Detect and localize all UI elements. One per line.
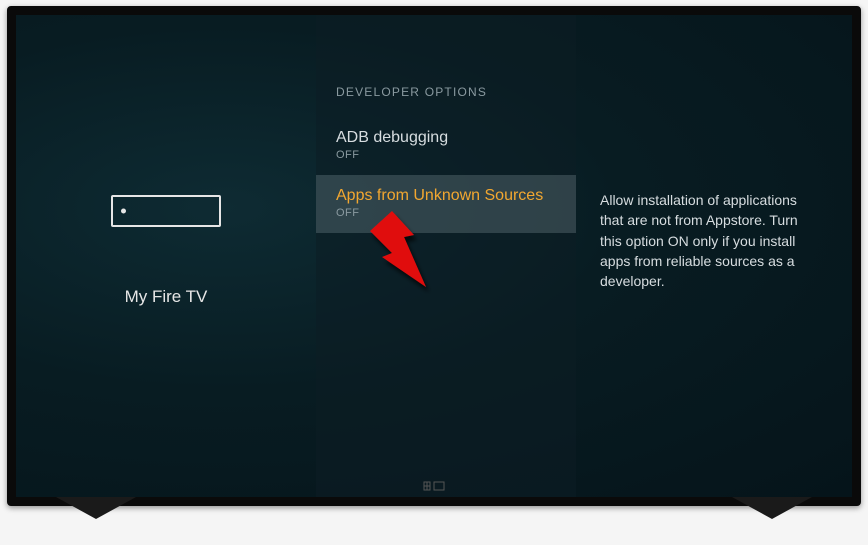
- option-status: OFF: [336, 149, 556, 161]
- section-header: DEVELOPER OPTIONS: [316, 85, 576, 117]
- tv-brand-logo-icon: [422, 481, 446, 491]
- options-list: DEVELOPER OPTIONS ADB debugging OFF Apps…: [316, 15, 576, 497]
- left-pane: My Fire TV: [16, 15, 316, 497]
- tv-frame: My Fire TV DEVELOPER OPTIONS ADB debuggi…: [7, 6, 861, 506]
- help-pane: Allow installation of applications that …: [576, 15, 852, 497]
- tv-stand: [56, 497, 136, 527]
- option-title: ADB debugging: [336, 129, 556, 147]
- option-title: Apps from Unknown Sources: [336, 187, 556, 205]
- option-adb-debugging[interactable]: ADB debugging OFF: [316, 117, 576, 175]
- screen: My Fire TV DEVELOPER OPTIONS ADB debuggi…: [16, 15, 852, 497]
- tv-stand: [732, 497, 812, 527]
- option-status: OFF: [336, 207, 556, 219]
- help-text: Allow installation of applications that …: [600, 190, 822, 291]
- firetv-stick-icon: [111, 195, 221, 227]
- device-label: My Fire TV: [125, 287, 208, 307]
- option-apps-unknown-sources[interactable]: Apps from Unknown Sources OFF: [316, 175, 576, 233]
